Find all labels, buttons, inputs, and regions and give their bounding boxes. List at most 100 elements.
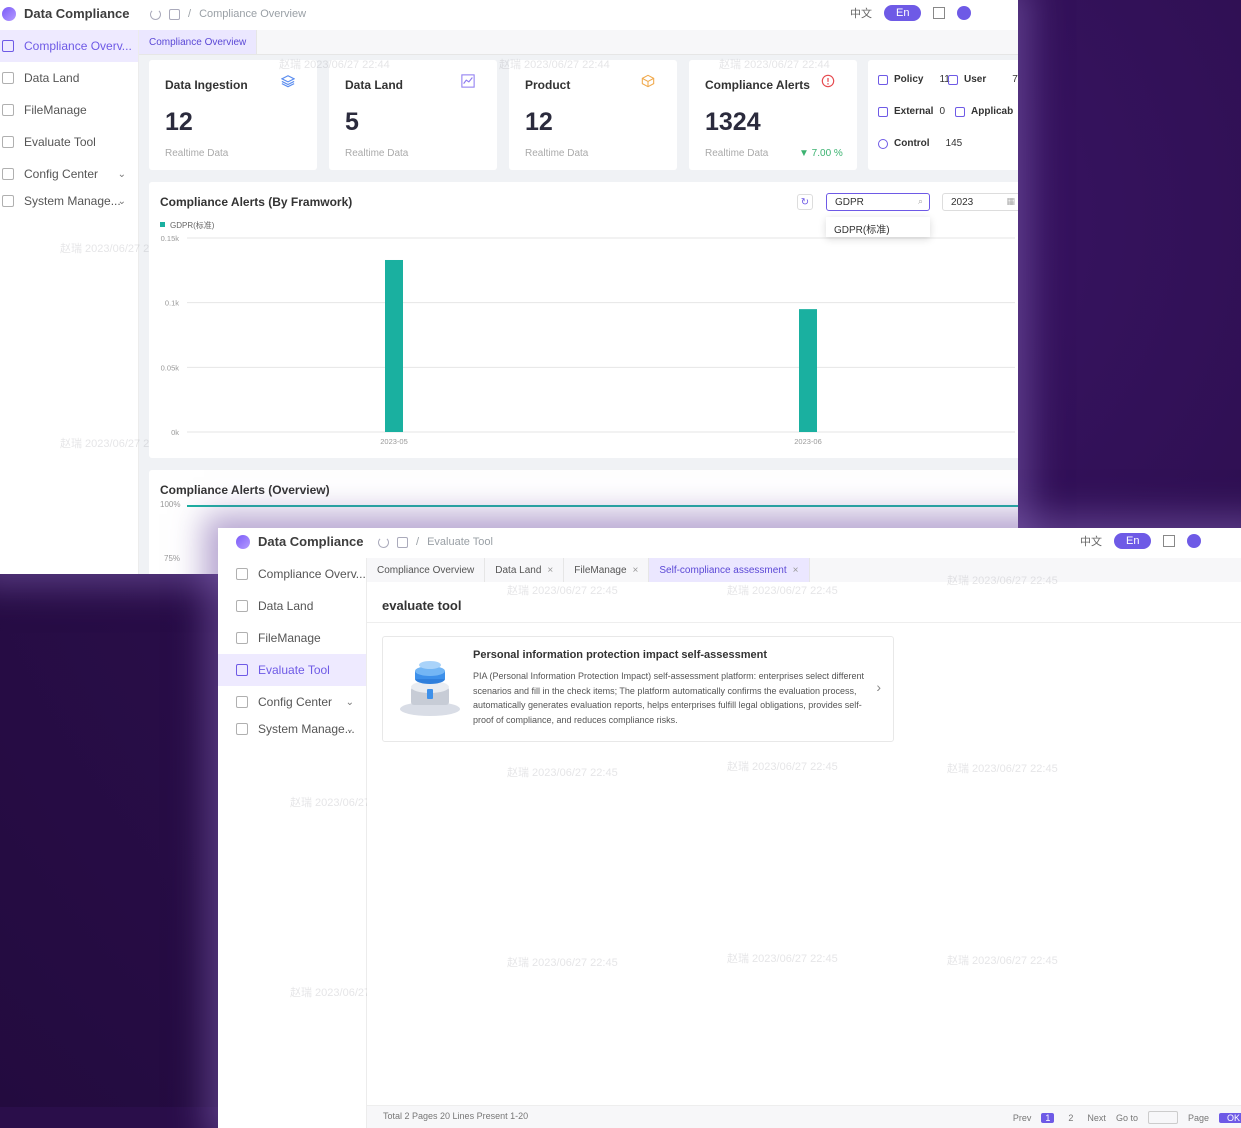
chevron-down-icon[interactable]: ⌄ [118,196,126,207]
server-stack-icon [400,661,460,716]
goto-label: Go to [1115,1112,1138,1123]
sidebar-item-evaluate-tool[interactable]: Evaluate Tool [0,126,138,158]
card-sub: Realtime Data [525,148,589,159]
chevron-down-icon[interactable]: ⌄ [118,169,126,180]
pagination-footer: Total 2 Pages 20 Lines Present 1-20 Prev… [367,1105,1241,1128]
home-icon[interactable] [169,8,180,20]
tab-compliance-overview[interactable]: Compliance Overview [367,558,486,582]
prev-button[interactable]: Prev [1013,1113,1032,1123]
sidebar-item-data-land[interactable]: Data Land [0,62,138,94]
goto-page-input[interactable] [1147,1111,1178,1124]
divider [367,622,1241,623]
sidebar-item-compliance-overview[interactable]: Compliance Overv... [0,30,138,62]
pia-tool-card[interactable]: Personal information protection impact s… [382,636,894,742]
chevron-down-icon[interactable]: ⌄ [346,697,354,708]
card-sub: Realtime Data [165,148,229,159]
overview-line [187,505,1018,507]
page-title: evaluate tool [382,598,462,613]
grid-icon [2,40,14,52]
sidebar-item-label: FileManage [258,631,321,645]
sidebar-item-label: Compliance Overv... [24,39,132,53]
ok-button[interactable]: OK [1218,1112,1241,1123]
chevron-down-icon[interactable]: ⌄ [346,724,354,735]
main-content: Data Ingestion 12 Realtime Data Data Lan… [139,54,1018,574]
page-2-button[interactable]: 2 [1064,1113,1077,1123]
lang-en-button[interactable]: En [884,5,922,21]
page-1-button[interactable]: 1 [1041,1112,1055,1123]
brand[interactable]: Data Compliance [236,534,363,549]
close-icon[interactable]: × [633,565,639,576]
sidebar-item-filemanage[interactable]: FileManage [0,94,138,126]
card-title: Product [525,78,571,92]
alerts-by-framework-panel: Compliance Alerts (By Framwork) ↻ GDPR ⌕… [149,182,1018,458]
stat-external[interactable]: External 0 [878,106,945,117]
tab-data-land[interactable]: Data Land × [485,558,565,582]
top-bar: Data Compliance / Evaluate Tool 中文 En [218,528,1241,559]
refresh-icon[interactable] [150,8,161,20]
sidebar: Compliance Overv... Data Land FileManage… [0,30,171,574]
y-tick-label: 0.15k [161,234,180,243]
card-data-land[interactable]: Data Land 5 Realtime Data [329,60,497,170]
tab-filemanage[interactable]: FileManage × [564,558,650,582]
fullscreen-icon[interactable] [933,7,946,19]
logo-icon [236,534,250,549]
legend-swatch [160,222,165,227]
lang-cn-button[interactable]: 中文 [1080,533,1102,549]
trend-badge: ▼ 7.00 % [799,148,843,159]
tab-compliance-overview[interactable]: Compliance Overview [139,30,258,54]
home-icon[interactable] [397,536,408,548]
card-compliance-alerts[interactable]: Compliance Alerts 1324 Realtime Data ▼ 7… [689,60,857,170]
refresh-icon[interactable] [378,536,389,548]
next-button[interactable]: Next [1087,1113,1106,1123]
tool-icon [2,136,14,148]
y-tick-label: 0.1k [165,299,179,308]
sidebar-item-config-center[interactable]: Config Center ⌄ [218,686,366,718]
lang-en-button[interactable]: En [1114,533,1152,549]
bar [799,309,817,432]
lang-cn-button[interactable]: 中文 [850,5,872,21]
sidebar-item-evaluate-tool[interactable]: Evaluate Tool [218,654,366,686]
sidebar-item-label: Data Land [258,599,314,613]
stat-user[interactable]: User 7 [948,74,1018,85]
card-data-ingestion[interactable]: Data Ingestion 12 Realtime Data [149,60,317,170]
avatar[interactable] [1187,534,1202,548]
sidebar-item-system-manage[interactable]: System Manage... ⌄ [218,718,366,740]
tab-label: Compliance Overview [149,36,247,48]
system-icon [236,723,248,735]
avatar[interactable] [957,6,972,20]
tab-self-compliance-assessment[interactable]: Self-compliance assessment × [649,558,810,582]
card-value: 12 [525,108,553,136]
shield-icon [878,74,888,85]
close-icon[interactable]: × [793,565,799,576]
sidebar-item-label: Evaluate Tool [258,663,330,677]
sidebar-item-system-manage[interactable]: System Manage... ⌄ [0,190,138,212]
stat-control[interactable]: Control 145 [878,138,962,149]
sidebar-item-label: System Manage... [24,194,121,208]
close-icon[interactable]: × [547,565,553,576]
card-value: 5 [345,108,359,136]
fullscreen-icon[interactable] [1163,535,1176,547]
page-label: Page [1187,1112,1209,1123]
brand[interactable]: Data Compliance [2,6,129,21]
stat-applicable[interactable]: Applicab 27 [955,106,1018,117]
stat-policy[interactable]: Policy 11 [878,74,950,85]
watermark: 赵瑞 2023/06/27 22:45 [947,955,1058,967]
chart-line-icon [461,74,475,88]
app-title: Data Compliance [258,534,364,549]
sidebar-item-data-land[interactable]: Data Land [218,590,366,622]
tick-label: 100% [160,500,181,509]
sidebar-item-config-center[interactable]: Config Center ⌄ [0,158,138,190]
panel-title: Compliance Alerts (Overview) [160,483,330,497]
sidebar-item-filemanage[interactable]: FileManage [218,622,366,654]
cloud-icon [2,72,14,84]
card-title: Data Ingestion [165,78,248,92]
app-title: Data Compliance [24,6,130,21]
framework-dropdown-option[interactable]: GDPR(标准) [826,217,930,237]
x-tick-label: 2023-05 [380,437,408,446]
top-tools: 中文 En [850,5,972,21]
sidebar-item-compliance-overview[interactable]: Compliance Overv... [218,558,366,590]
layers-icon [281,75,295,88]
card-product[interactable]: Product 12 Realtime Data [509,60,677,170]
chevron-right-icon[interactable]: › [876,679,881,695]
config-icon [2,168,14,180]
